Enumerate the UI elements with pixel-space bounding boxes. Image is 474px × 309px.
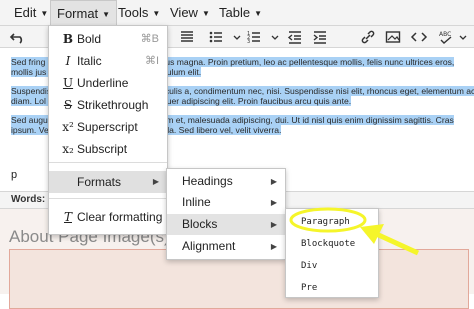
code-icon[interactable] (410, 28, 428, 46)
submenu-headings[interactable]: Headings ▶ (167, 171, 285, 192)
para1-line1-start: Sed fring (11, 57, 46, 67)
paragraph-label: Paragraph (301, 217, 350, 227)
menu-view[interactable]: View ▼ (164, 0, 216, 26)
spellcheck-dropdown-icon[interactable] (454, 28, 472, 46)
align-justify-icon[interactable] (178, 28, 196, 46)
spellcheck-icon[interactable]: ABC (437, 28, 455, 46)
headings-label: Headings (182, 174, 233, 188)
menu-bar: Edit ▼ Format ▼ Tools ▼ View ▼ Table ▼ (0, 0, 474, 26)
para2-line1-end: iaculis a, condimentum nec, nisi. Suspen… (158, 86, 474, 96)
formats-label: Formats (77, 175, 122, 189)
bold-icon: B (62, 32, 74, 46)
italic-label: Italic (77, 54, 102, 68)
link-icon[interactable] (359, 28, 377, 46)
italic-icon: I (65, 54, 71, 68)
format-underline-item[interactable]: U Underline (49, 72, 167, 94)
bullet-list-icon[interactable] (207, 28, 225, 46)
subscript-icon: x₂ (62, 142, 74, 156)
formats-submenu: Headings ▶ Inline ▶ Blocks ▶ Alignment ▶ (166, 168, 286, 260)
bold-label: Bold (77, 32, 102, 46)
italic-shortcut: ⌘I (144, 55, 159, 67)
menu-table[interactable]: Table ▼ (213, 0, 268, 26)
format-subscript-item[interactable]: x₂ Subscript (49, 138, 167, 160)
menu-format-label: Format (57, 6, 99, 21)
para3-line1-start: Sed augu (11, 115, 48, 125)
format-formats-item[interactable]: Formats ▶ (49, 171, 167, 193)
strikethrough-icon: S (63, 98, 73, 112)
inline-label: Inline (182, 195, 211, 209)
chevron-right-icon: ▶ (270, 177, 277, 186)
para1-line1-end: sellus magna. Proin pretium, leo ac pell… (152, 57, 455, 67)
format-clear-item[interactable]: T Clear formatting (49, 206, 167, 228)
blockquote-label: Blockquote (301, 239, 356, 249)
pre-label: Pre (301, 283, 318, 293)
format-strikethrough-item[interactable]: S Strikethrough (49, 94, 167, 116)
undo-icon[interactable] (9, 28, 27, 46)
indent-icon[interactable] (311, 28, 329, 46)
menu-separator (49, 198, 167, 199)
element-path[interactable]: p (11, 169, 17, 181)
block-paragraph[interactable]: Paragraph (286, 211, 378, 233)
chevron-right-icon: ▶ (270, 220, 277, 229)
superscript-label: Superscript (77, 120, 138, 134)
block-pre[interactable]: Pre (286, 277, 378, 299)
svg-text:3: 3 (247, 39, 250, 45)
menu-format[interactable]: Format ▼ (50, 0, 118, 26)
blocks-submenu: Paragraph Blockquote Div Pre (285, 208, 379, 298)
block-div[interactable]: Div (286, 255, 378, 277)
menu-edit[interactable]: Edit ▼ (8, 0, 54, 26)
menu-edit-label: Edit (14, 5, 37, 20)
para2-line2-start: diam. Lol (11, 96, 46, 106)
chevron-down-icon: ▼ (152, 9, 161, 18)
chevron-right-icon: ▶ (270, 198, 277, 207)
numbered-list-dropdown-icon[interactable] (266, 28, 284, 46)
chevron-down-icon: ▼ (40, 9, 49, 18)
para3-line2-start: ipsum. Ve (11, 125, 49, 135)
bullet-list-dropdown-icon[interactable] (228, 28, 246, 46)
outdent-icon[interactable] (286, 28, 304, 46)
menu-separator (49, 162, 167, 163)
chevron-down-icon: ▼ (254, 9, 262, 18)
chevron-right-icon: ▶ (152, 177, 159, 186)
svg-text:ABC: ABC (439, 31, 451, 38)
underline-label: Underline (77, 76, 129, 90)
clear-formatting-label: Clear formatting (77, 210, 163, 224)
alignment-label: Alignment (182, 239, 236, 253)
chevron-right-icon: ▶ (270, 242, 277, 251)
subscript-label: Subscript (77, 142, 128, 156)
submenu-blocks[interactable]: Blocks ▶ (167, 214, 285, 235)
submenu-inline[interactable]: Inline ▶ (167, 192, 285, 213)
superscript-icon: x² (62, 120, 74, 134)
menu-tools[interactable]: Tools ▼ (112, 0, 166, 26)
clear-formatting-icon: T (63, 210, 72, 224)
menu-table-label: Table (219, 5, 251, 20)
para3-line1-end: ulum et, malesuada adipiscing, dui. Ut i… (154, 115, 454, 125)
blocks-label: Blocks (182, 217, 218, 231)
menu-view-label: View (170, 5, 198, 20)
para3-line2-end: igula. Sed libero vel, velit viverra. (155, 125, 282, 135)
para1-line2-start: mollis jus (11, 67, 47, 77)
strikethrough-label: Strikethrough (77, 98, 149, 112)
para2-line2-end: ctetuer adipiscing elit. Proin faucibus … (152, 96, 352, 106)
format-bold-item[interactable]: B Bold ⌘B (49, 28, 167, 50)
chevron-down-icon: ▼ (102, 10, 111, 19)
image-icon[interactable] (384, 28, 402, 46)
underline-icon: U (62, 76, 74, 90)
format-menu: B Bold ⌘B I Italic ⌘I U Underline S Stri… (48, 25, 168, 235)
chevron-down-icon: ▼ (201, 9, 210, 18)
format-italic-item[interactable]: I Italic ⌘I (49, 50, 167, 72)
div-label: Div (301, 261, 318, 271)
submenu-alignment[interactable]: Alignment ▶ (167, 236, 285, 257)
format-superscript-item[interactable]: x² Superscript (49, 116, 167, 138)
para2-line1-start: Suspendis (11, 86, 52, 96)
numbered-list-icon[interactable]: 123 (245, 28, 263, 46)
menu-tools-label: Tools (118, 5, 149, 20)
block-blockquote[interactable]: Blockquote (286, 233, 378, 255)
bold-shortcut: ⌘B (140, 33, 159, 45)
